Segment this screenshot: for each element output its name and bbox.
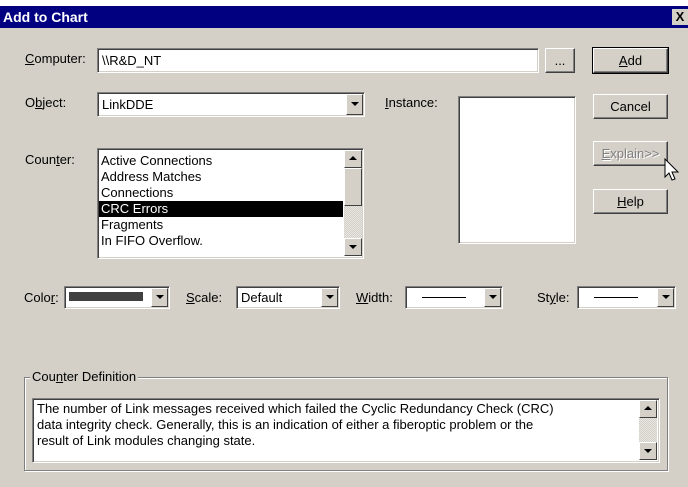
scroll-up-button[interactable]: [639, 400, 657, 418]
add-button-label: Add: [618, 53, 643, 68]
style-label: Style:: [537, 290, 570, 305]
counter-items: Active Connections Address Matches Conne…: [99, 153, 343, 249]
line-style-sample: [594, 297, 638, 298]
list-item-selected[interactable]: CRC Errors: [99, 201, 343, 217]
instance-label: Instance:: [385, 95, 438, 110]
computer-value: \\R&D_NT: [102, 53, 162, 68]
ellipsis-icon: ...: [554, 53, 566, 68]
counter-definition-legend: Counter Definition: [30, 369, 139, 385]
color-select[interactable]: [64, 286, 170, 309]
counter-definition-text[interactable]: The number of Link messages received whi…: [32, 398, 660, 463]
width-select[interactable]: [405, 286, 503, 309]
style-dropdown-button[interactable]: [657, 288, 674, 307]
computer-label: Computer:: [25, 51, 86, 66]
computer-input[interactable]: \\R&D_NT: [97, 48, 539, 73]
title-bar: Add to Chart X: [0, 6, 688, 28]
close-icon: X: [675, 9, 685, 24]
list-item[interactable]: Active Connections: [99, 153, 343, 169]
chevron-down-icon: [351, 102, 359, 106]
instance-list[interactable]: [458, 96, 576, 244]
help-button-label: Help: [617, 194, 644, 209]
chevron-down-icon: [489, 295, 497, 299]
definition-line: result of Link modules changing state.: [37, 433, 256, 448]
definition-line: The number of Link messages received whi…: [37, 401, 554, 416]
definition-lines: The number of Link messages received whi…: [37, 401, 633, 449]
close-button[interactable]: X: [672, 9, 688, 25]
object-value: LinkDDE: [102, 97, 154, 112]
chevron-down-icon: [349, 245, 357, 249]
chevron-down-icon: [662, 295, 670, 299]
list-item[interactable]: Address Matches: [99, 169, 343, 185]
explain-button-label: Explain>>: [601, 146, 660, 161]
scroll-thumb[interactable]: [344, 168, 362, 206]
list-item[interactable]: Connections: [99, 185, 343, 201]
chevron-down-icon: [326, 295, 334, 299]
list-item[interactable]: Fragments: [99, 217, 343, 233]
counter-label: Counter:: [25, 152, 75, 167]
chevron-up-icon: [644, 406, 652, 410]
color-swatch: [69, 292, 143, 301]
object-select[interactable]: LinkDDE: [97, 92, 365, 117]
scale-dropdown-button[interactable]: [321, 288, 338, 307]
chevron-up-icon: [349, 156, 357, 160]
chevron-down-icon: [644, 449, 652, 453]
add-button[interactable]: Add: [592, 47, 669, 74]
scroll-up-button[interactable]: [344, 150, 362, 168]
scroll-down-button[interactable]: [639, 442, 657, 460]
scale-select[interactable]: Default: [236, 286, 340, 309]
mouse-cursor-icon: [664, 158, 680, 181]
counter-list[interactable]: Active Connections Address Matches Conne…: [97, 148, 364, 259]
line-width-sample: [422, 297, 466, 298]
cancel-button-label: Cancel: [610, 99, 651, 114]
definition-line: data integrity check. Generally, this is…: [37, 417, 534, 432]
scale-label: Scale:: [186, 290, 223, 305]
help-button[interactable]: Help: [593, 189, 668, 214]
color-dropdown-button[interactable]: [151, 288, 168, 307]
style-select[interactable]: [577, 286, 676, 309]
scroll-down-button[interactable]: [344, 238, 362, 256]
width-dropdown-button[interactable]: [484, 288, 501, 307]
color-label: Color:: [24, 290, 59, 305]
object-label: Object:: [25, 95, 67, 110]
object-dropdown-button[interactable]: [346, 94, 363, 115]
window-title: Add to Chart: [3, 9, 88, 25]
chevron-down-icon: [156, 295, 164, 299]
explain-button[interactable]: Explain>>: [593, 141, 668, 166]
scale-value: Default: [241, 290, 283, 305]
browse-computer-button[interactable]: ...: [545, 48, 575, 73]
width-label: Width:: [356, 290, 393, 305]
list-item[interactable]: In FIFO Overflow.: [99, 233, 343, 249]
cancel-button[interactable]: Cancel: [593, 94, 668, 119]
